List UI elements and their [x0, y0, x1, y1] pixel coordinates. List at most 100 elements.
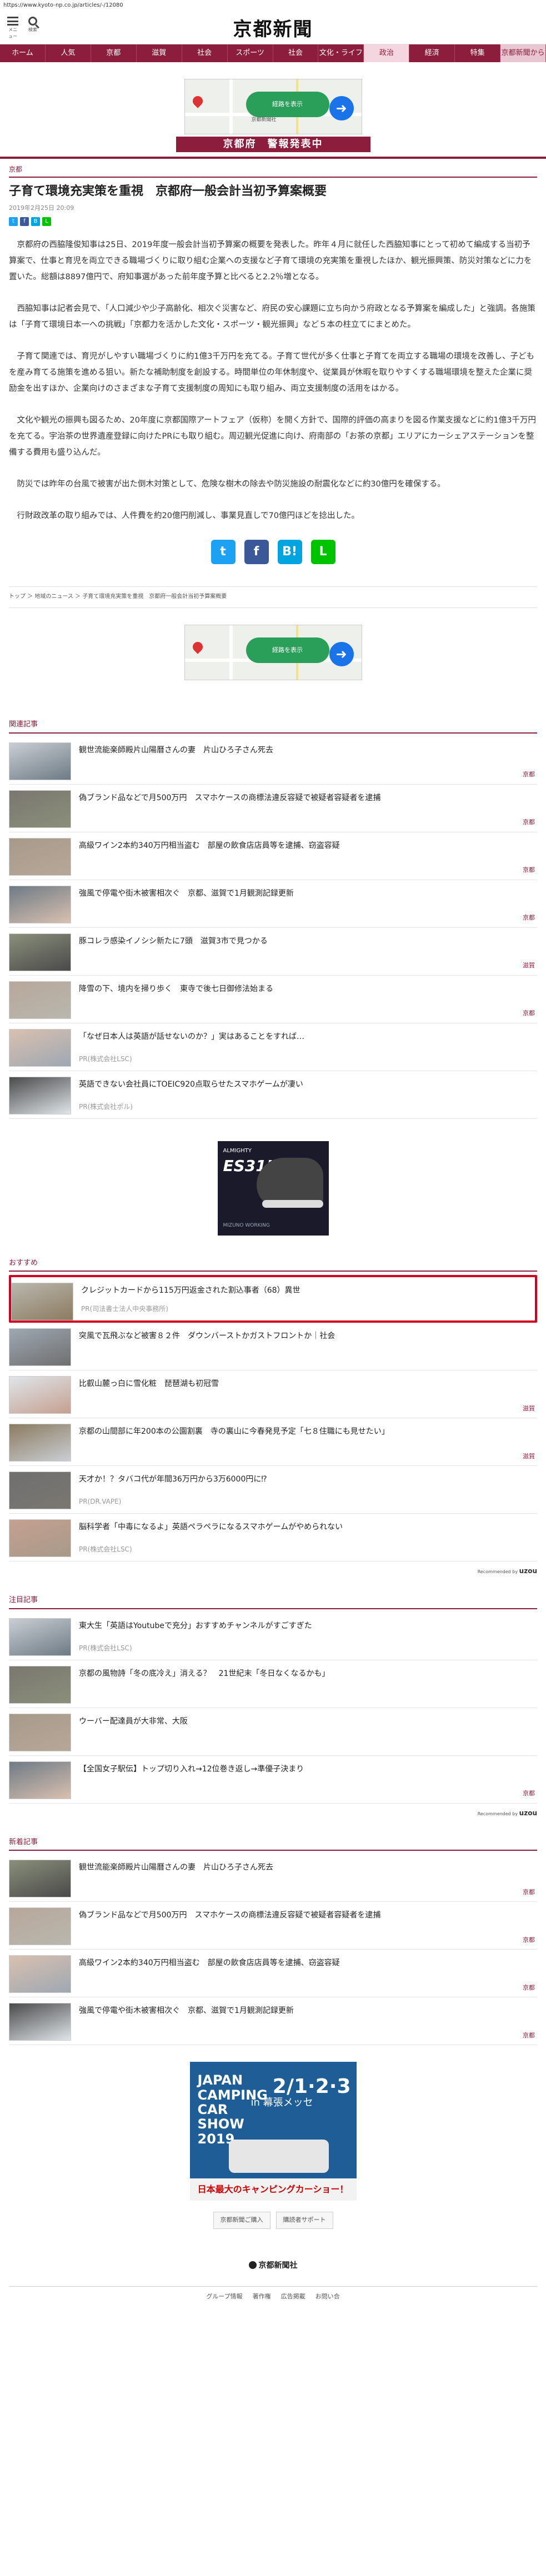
site-logo[interactable]: 京都新聞: [0, 16, 546, 44]
subscribe-button[interactable]: 京都新聞ご購入: [213, 2212, 271, 2229]
map-ad-button[interactable]: 経路を表示: [246, 92, 329, 117]
facebook-icon[interactable]: f: [20, 217, 29, 227]
footer-link[interactable]: 著作権: [253, 2292, 271, 2302]
map-ad[interactable]: 経路を表示 ➜ 京都新聞社: [184, 79, 362, 134]
list-item[interactable]: 偽ブランド品などで月500万円 スマホケースの商標法違反容疑で被疑者容疑者を逮捕…: [9, 785, 537, 832]
category-label[interactable]: 京都: [523, 866, 535, 875]
list-item-title[interactable]: 強風で停電や街木被害相次ぐ 京都、滋賀で1月観測記録更新: [79, 886, 294, 923]
map-ad-button[interactable]: 経路を表示: [246, 637, 329, 664]
thumbnail-image[interactable]: [9, 742, 71, 780]
list-item-title[interactable]: 京都の風物詩「冬の底冷え」消える？ 21世紀末「冬日なくなるかも」: [79, 1666, 329, 1703]
list-item[interactable]: 【全国女子駅伝】トップ切り入れ→12位巻き返し→準優子決まり 京都: [9, 1756, 537, 1804]
nav-item[interactable]: 特集: [455, 44, 501, 62]
category-label[interactable]: 滋賀: [523, 1452, 535, 1462]
list-item-title[interactable]: 高級ワイン2本約340万円相当盗む 部屋の飲食店店員等を逮捕、窃盗容疑: [79, 1955, 340, 1992]
list-item[interactable]: 京都の風物詩「冬の底冷え」消える？ 21世紀末「冬日なくなるかも」: [9, 1660, 537, 1708]
thumbnail-image[interactable]: [9, 2003, 71, 2041]
twitter-icon[interactable]: t: [9, 217, 18, 227]
list-item[interactable]: 京都の山間部に年200本の公園割裏 寺の裏山に今春発見予定「七８住職にも見せたい…: [9, 1418, 537, 1467]
nav-item[interactable]: 社会: [273, 44, 319, 62]
list-item[interactable]: 天才か！？タバコ代が年間36万円から3万6000円に⁉︎ PR(DR.VAPE): [9, 1466, 537, 1514]
list-item[interactable]: 比叡山麓っ白に雪化粧 琵琶湖も初冠雪滋賀: [9, 1370, 537, 1419]
thumbnail-image[interactable]: [9, 1472, 71, 1510]
category-label[interactable]: 滋賀: [523, 961, 535, 971]
uzou-logo[interactable]: uzou: [519, 1809, 537, 1817]
list-item[interactable]: 突風で瓦飛ぶなど被害８２件 ダウンバーストかガストフロントか｜社会: [9, 1323, 537, 1371]
list-item[interactable]: 観世流能楽師殿片山陽曆さんの妻 片山ひろ子さん死去京都: [9, 1854, 537, 1902]
thumbnail-image[interactable]: [9, 1076, 71, 1114]
map-ad-2[interactable]: 経路を表示 ➜: [184, 625, 362, 681]
category-label[interactable]: 京都: [523, 2031, 535, 2041]
list-item-title[interactable]: 偽ブランド品などで月500万円 スマホケースの商標法違反容疑で被疑者容疑者を逮捕: [79, 1907, 380, 1945]
thumbnail-image[interactable]: [9, 1424, 71, 1462]
footer-link[interactable]: グループ情報: [206, 2292, 242, 2302]
thumbnail-image[interactable]: [9, 1860, 71, 1898]
thumbnail-image[interactable]: [9, 933, 71, 971]
nav-item[interactable]: 京都新聞から: [500, 44, 546, 62]
thumbnail-image[interactable]: [9, 1328, 71, 1367]
nav-item[interactable]: スポーツ: [228, 44, 273, 62]
list-item-title[interactable]: 比叡山麓っ白に雪化粧 琵琶湖も初冠雪: [79, 1376, 219, 1413]
facebook-share-icon[interactable]: f: [244, 540, 269, 565]
nav-item[interactable]: ホーム: [0, 44, 46, 62]
hatena-share-icon[interactable]: B!: [277, 540, 302, 565]
nav-item[interactable]: 人気: [46, 44, 91, 62]
list-item-title[interactable]: 偽ブランド品などで月500万円 スマホケースの商標法違反容疑で被疑者容疑者を逮捕: [79, 790, 380, 827]
thumbnail-image[interactable]: [9, 1376, 71, 1414]
thumbnail-image[interactable]: [9, 1713, 71, 1751]
directions-icon[interactable]: ➜: [329, 96, 354, 120]
thumbnail-image[interactable]: [9, 1665, 71, 1704]
nav-item[interactable]: 京都: [91, 44, 137, 62]
footer-logo[interactable]: 京都新聞社: [9, 2260, 537, 2272]
camping-ad[interactable]: JAPAN CAMPING CAR SHOW 2019 2/1·2·3 in 幕…: [189, 2062, 357, 2201]
twitter-share-icon[interactable]: t: [211, 540, 236, 565]
list-item-title[interactable]: 豚コレラ感染イノシシ新たに7頭 滋賀3市で見つかる: [79, 933, 268, 971]
nav-item[interactable]: 文化・ライフ: [318, 44, 364, 62]
thumbnail-image[interactable]: [11, 1283, 73, 1321]
category-label[interactable]: 京都: [523, 1936, 535, 1945]
list-item-title[interactable]: 強風で停電や街木被害相次ぐ 京都、滋賀で1月観測記録更新: [79, 2003, 294, 2040]
list-item[interactable]: 「なぜ日本人は英語が話せないのか？」実はあることをすれば… PR(株式会社LSC): [9, 1023, 537, 1071]
list-item-title[interactable]: 観世流能楽師殿片山陽曆さんの妻 片山ひろ子さん死去: [79, 1860, 273, 1897]
list-item[interactable]: 脳科学者「中毒になるよ」英語ペラペラになるスマホゲームがやめられない PR(株式会…: [9, 1514, 537, 1562]
breadcrumb[interactable]: トップ ＞ 地域のニュース ＞ 子育て環境充実策を重視 京都府一般会計当初予算案…: [9, 586, 537, 609]
list-item[interactable]: 高級ワイン2本約340万円相当盗む 部屋の飲食店店員等を逮捕、窃盗容疑京都: [9, 832, 537, 880]
thumbnail-image[interactable]: [9, 1618, 71, 1656]
category-label[interactable]: 京都: [523, 913, 535, 923]
category-label[interactable]: 京都: [523, 1009, 535, 1018]
category-label[interactable]: 京都: [523, 1888, 535, 1897]
list-item-title[interactable]: 京都の山間部に年200本の公園割裏 寺の裏山に今春発見予定「七８住職にも見せたい…: [79, 1424, 389, 1461]
list-item[interactable]: 強風で停電や街木被害相次ぐ 京都、滋賀で1月観測記録更新京都: [9, 880, 537, 928]
list-item-title[interactable]: 観世流能楽師殿片山陽曆さんの妻 片山ひろ子さん死去: [79, 742, 273, 780]
footer-link[interactable]: お問い合: [315, 2292, 340, 2302]
line-share-icon[interactable]: L: [310, 540, 335, 565]
list-item-title[interactable]: 突風で瓦飛ぶなど被害８２件 ダウンバーストかガストフロントか｜社会: [79, 1328, 335, 1365]
shoe-ad-banner[interactable]: ALMIGHTY ES31L MIZUNO WORKING: [217, 1141, 329, 1236]
support-button[interactable]: 購読者サポート: [275, 2212, 333, 2229]
list-item[interactable]: 観世流能楽師殿片山陽曆さんの妻 片山ひろ子さん死去京都: [9, 737, 537, 785]
line-icon[interactable]: L: [42, 217, 51, 227]
nav-item[interactable]: 社会: [182, 44, 228, 62]
category-label[interactable]: 京都: [523, 1984, 535, 1993]
weather-alert-banner[interactable]: 京都府 警報発表中: [176, 137, 370, 152]
list-item-title[interactable]: 高級ワイン2本約340万円相当盗む 部屋の飲食店店員等を逮捕、窃盗容疑: [79, 838, 340, 875]
category-label[interactable]: 京都: [523, 818, 535, 827]
uzou-logo[interactable]: uzou: [519, 1567, 537, 1575]
thumbnail-image[interactable]: [9, 1761, 71, 1799]
list-item[interactable]: 偽ブランド品などで月500万円 スマホケースの商標法違反容疑で被疑者容疑者を逮捕…: [9, 1902, 537, 1950]
list-item[interactable]: ウーバー配達員が大非常、大阪: [9, 1708, 537, 1756]
thumbnail-image[interactable]: [9, 981, 71, 1019]
hatena-icon[interactable]: B: [31, 217, 40, 227]
list-item[interactable]: 強風で停電や街木被害相次ぐ 京都、滋賀で1月観測記録更新京都: [9, 1997, 537, 2046]
category-label[interactable]: 滋賀: [523, 1404, 535, 1414]
list-item-title[interactable]: 【全国女子駅伝】トップ切り入れ→12位巻き返し→準優子決まり: [79, 1761, 304, 1799]
nav-item[interactable]: 経済: [409, 44, 455, 62]
thumbnail-image[interactable]: [9, 837, 71, 876]
category-label[interactable]: 京都: [523, 770, 535, 780]
directions-icon[interactable]: ➜: [329, 642, 354, 667]
thumbnail-image[interactable]: [9, 790, 71, 828]
thumbnail-image[interactable]: [9, 1955, 71, 1993]
list-item-title[interactable]: ウーバー配達員が大非常、大阪: [79, 1714, 188, 1751]
thumbnail-image[interactable]: [9, 885, 71, 923]
list-item[interactable]: 豚コレラ感染イノシシ新たに7頭 滋賀3市で見つかる滋賀: [9, 928, 537, 976]
